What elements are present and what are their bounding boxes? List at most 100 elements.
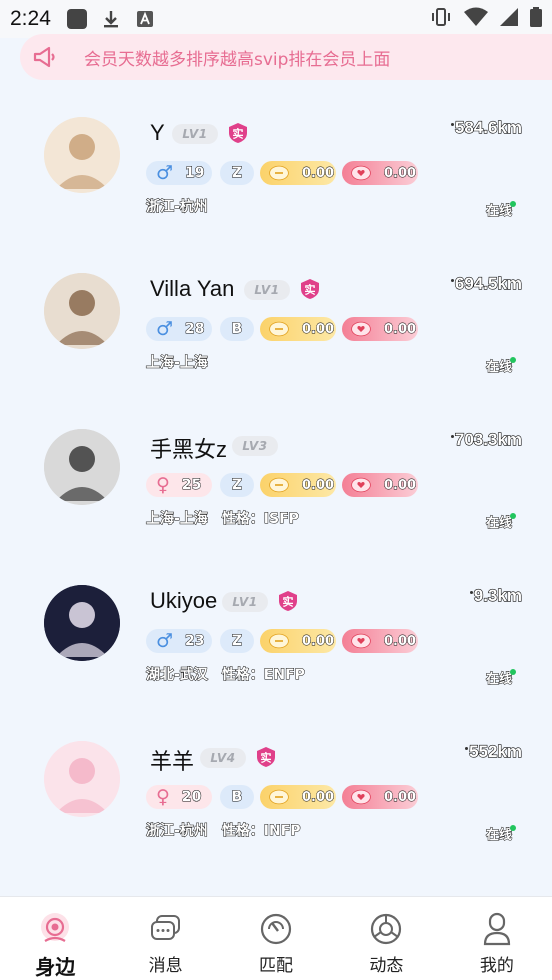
online-dot — [510, 825, 516, 831]
status-time: 2:24 — [10, 7, 51, 30]
online-dot — [510, 669, 516, 675]
announcement-banner[interactable]: 会员天数越多排序越高svip排在会员上面 — [20, 34, 552, 80]
heart-value: 0.00 — [383, 789, 417, 805]
app-notification-icon — [66, 9, 87, 29]
heart-value: 0.00 — [383, 633, 417, 649]
heart-tag: 0.00 — [342, 629, 418, 653]
distance: 703.3km — [450, 429, 523, 450]
distance-value: 584.6km — [454, 117, 522, 137]
distance-value: 9.3km — [473, 585, 522, 605]
heart-value: 0.00 — [383, 477, 417, 493]
message-icon — [150, 915, 180, 940]
user-card[interactable]: Villa Yan LV1 实 694.5km ♂ 28 B 0.00 0.00… — [0, 268, 552, 418]
location: 浙江-杭州 — [146, 199, 209, 216]
heart-value: 0.00 — [383, 321, 417, 337]
user-name[interactable]: 手黑女z — [150, 432, 227, 464]
level-badge: LV3 — [232, 436, 278, 456]
age: 19 — [185, 165, 206, 182]
user-name[interactable]: Y — [150, 120, 165, 146]
user-name[interactable]: 羊羊 — [150, 744, 194, 776]
level-badge: LV1 — [244, 280, 290, 300]
tab-moments[interactable]: 动态 — [331, 897, 441, 980]
coin-tag: 0.00 — [260, 473, 336, 497]
age: 20 — [181, 789, 202, 806]
heart-icon — [351, 633, 371, 649]
online-dot — [510, 201, 516, 207]
heart-icon — [351, 789, 371, 805]
tab-profile[interactable]: 我的 — [442, 897, 552, 980]
user-card[interactable]: 手黑女z LV3 703.3km ♀ 25 Z 0.00 0.00 上海-上海 — [0, 424, 552, 574]
user-tags: ♂ 19 Z 0.00 0.00 — [146, 161, 418, 185]
user-name[interactable]: Villa Yan — [150, 276, 234, 302]
coin-tag: 0.00 — [260, 161, 336, 185]
coin-value: 0.00 — [301, 321, 335, 337]
age: 25 — [181, 477, 202, 494]
user-card[interactable]: Ukiyoe LV1 实 9.3km ♂ 23 Z 0.00 0.00 湖北-武… — [0, 580, 552, 730]
tab-messages[interactable]: 消息 — [110, 897, 220, 980]
online-status: 在线 — [485, 828, 512, 844]
user-avatar[interactable] — [44, 429, 120, 505]
coin-icon — [269, 165, 289, 181]
tab-nearby[interactable]: 身边 — [0, 897, 110, 980]
male-icon: ♂ — [156, 162, 174, 184]
tab-label: 消息 — [148, 956, 183, 976]
user-avatar[interactable] — [44, 741, 120, 817]
personality: 性格：INFP — [221, 823, 301, 840]
level-badge: LV4 — [200, 748, 246, 768]
user-card[interactable]: 羊羊 LV4 实 552km ♀ 20 B 0.00 0.00 浙江-杭州 性格… — [0, 736, 552, 886]
tab-label: 身边 — [35, 955, 76, 979]
user-avatar[interactable] — [44, 117, 120, 193]
heart-tag: 0.00 — [342, 161, 418, 185]
heart-icon — [351, 477, 371, 493]
heart-tag: 0.00 — [342, 317, 418, 341]
distance: 694.5km — [450, 273, 523, 294]
user-avatar[interactable] — [44, 273, 120, 349]
coin-tag: 0.00 — [260, 317, 336, 341]
coin-value: 0.00 — [301, 789, 335, 805]
megaphone-icon — [26, 38, 64, 76]
heart-icon — [351, 165, 371, 181]
coin-value: 0.00 — [301, 633, 335, 649]
coin-tag: 0.00 — [260, 629, 336, 653]
tab-match[interactable]: 匹配 — [221, 897, 331, 980]
user-tags: ♀ 20 B 0.00 0.00 — [146, 785, 418, 809]
location-row: 上海-上海 — [146, 352, 222, 372]
online-status: 在线 — [485, 360, 512, 376]
distance-value: 694.5km — [454, 273, 522, 293]
vibrate-icon — [430, 7, 452, 31]
location-row: 浙江-杭州 性格：INFP — [146, 820, 302, 840]
location: 浙江-杭州 — [146, 823, 209, 840]
distance: 584.6km — [450, 117, 523, 138]
wifi-icon — [464, 7, 488, 31]
coin-tag: 0.00 — [260, 785, 336, 809]
coin-icon — [269, 321, 289, 337]
user-tags: ♀ 25 Z 0.00 0.00 — [146, 473, 418, 497]
verified-badge: 实 — [277, 590, 299, 612]
tab-label: 动态 — [369, 956, 404, 976]
female-icon: ♀ — [156, 474, 170, 496]
text-notification-icon — [135, 9, 155, 29]
level-badge: LV1 — [172, 124, 218, 144]
level-badge: LV1 — [222, 592, 268, 612]
announcement-text: 会员天数越多排序越高svip排在会员上面 — [84, 49, 391, 70]
distance: 552km — [465, 741, 523, 762]
online-status: 在线 — [485, 204, 512, 220]
male-icon: ♂ — [156, 630, 174, 652]
gender-age-tag: ♂ 28 — [146, 317, 212, 341]
location-row: 湖北-武汉 性格：ENFP — [146, 664, 306, 684]
bottom-tab-bar: 身边 消息 匹配 动态 我的 — [0, 896, 552, 980]
online-status: 在线 — [485, 672, 512, 688]
verified-label: 实 — [283, 595, 294, 609]
user-card[interactable]: Y LV1 实 584.6km ♂ 19 Z 0.00 0.00 浙江-杭州 在… — [0, 112, 552, 262]
type-tag: B — [220, 785, 254, 809]
gender-age-tag: ♂ 23 — [146, 629, 212, 653]
user-name[interactable]: Ukiyoe — [150, 588, 217, 614]
type-tag: B — [220, 317, 254, 341]
coin-icon — [269, 789, 289, 805]
location-row: 浙江-杭州 — [146, 196, 222, 216]
gender-age-tag: ♀ 25 — [146, 473, 212, 497]
user-tags: ♂ 23 Z 0.00 0.00 — [146, 629, 418, 653]
user-avatar[interactable] — [44, 585, 120, 661]
male-icon: ♂ — [156, 318, 174, 340]
match-icon — [260, 913, 292, 945]
